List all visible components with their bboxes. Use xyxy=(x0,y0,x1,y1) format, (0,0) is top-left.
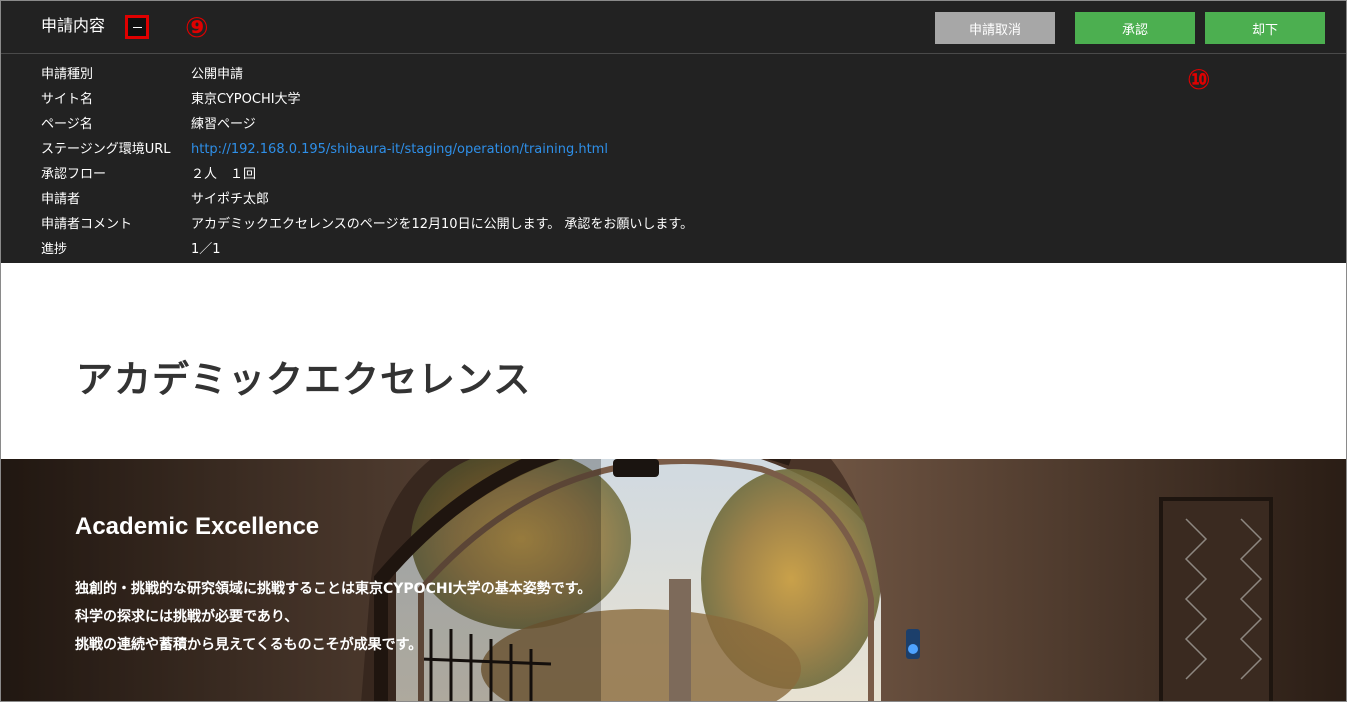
info-row-site-name: サイト名 東京CYPOCHI大学 xyxy=(41,87,693,112)
info-value: 公開申請 xyxy=(191,67,244,82)
info-row-staging-url: ステージング環境URL http://192.168.0.195/shibaur… xyxy=(41,137,693,162)
cancel-request-button[interactable]: 申請取消 xyxy=(935,12,1055,44)
minus-icon xyxy=(132,26,142,28)
info-label: 申請者 xyxy=(41,192,81,207)
hero-title: Academic Excellence xyxy=(75,513,320,540)
annotation-marker-9: ⑨ xyxy=(185,11,209,44)
info-label: ステージング環境URL xyxy=(41,142,171,157)
hero-line: 科学の探求には挑戦が必要であり、 xyxy=(75,609,299,625)
panel-title: 申請内容 xyxy=(41,16,106,35)
application-window: 申請内容 ⑨ 申請取消 承認 却下 ⑩ 申請種別 公開申請 サイト名 東京CYP… xyxy=(0,0,1347,702)
hero-banner: Academic Excellence 独創的・挑戦的な研究領域に挑戦することは… xyxy=(1,459,1346,701)
hero-description: 独創的・挑戦的な研究領域に挑戦することは東京CYPOCHI大学の基本姿勢です。 … xyxy=(75,575,591,659)
info-row-applicant: 申請者 サイポチ太郎 xyxy=(41,187,693,212)
info-label: 申請者コメント xyxy=(41,217,133,232)
staging-url-link[interactable]: http://192.168.0.195/shibaura-it/staging… xyxy=(191,137,608,162)
info-label: 申請種別 xyxy=(41,67,94,82)
info-value: 東京CYPOCHI大学 xyxy=(191,92,301,107)
info-value: 練習ページ xyxy=(191,117,256,132)
request-details-panel: 申請内容 ⑨ 申請取消 承認 却下 ⑩ 申請種別 公開申請 サイト名 東京CYP… xyxy=(1,1,1346,263)
info-value: ２人 １回 xyxy=(191,167,257,182)
annotation-marker-10: ⑩ xyxy=(1187,63,1211,96)
collapse-button[interactable] xyxy=(125,15,149,39)
hero-line: 挑戦の連続や蓄積から見えてくるものこそが成果です。 xyxy=(75,637,423,653)
info-value: 1／1 xyxy=(191,242,221,257)
info-row-page-name: ページ名 練習ページ xyxy=(41,112,693,137)
approve-button[interactable]: 承認 xyxy=(1075,12,1195,44)
panel-header: 申請内容 ⑨ 申請取消 承認 却下 xyxy=(1,1,1346,54)
info-label: サイト名 xyxy=(41,92,94,107)
info-label: 進捗 xyxy=(41,242,68,257)
info-row-request-type: 申請種別 公開申請 xyxy=(41,62,693,87)
reject-button[interactable]: 却下 xyxy=(1205,12,1325,44)
info-label: 承認フロー xyxy=(41,167,107,182)
hero-line: 独創的・挑戦的な研究領域に挑戦することは東京CYPOCHI大学の基本姿勢です。 xyxy=(75,581,592,597)
request-info-list: 申請種別 公開申請 サイト名 東京CYPOCHI大学 ページ名 練習ページ ステ… xyxy=(41,62,693,262)
info-label: ページ名 xyxy=(41,117,93,132)
info-value: サイポチ太郎 xyxy=(191,192,270,207)
page-heading: アカデミックエクセレンス xyxy=(76,358,532,401)
info-row-applicant-comment: 申請者コメント アカデミックエクセレンスのページを12月10日に公開します。 承… xyxy=(41,212,693,237)
info-row-approval-flow: 承認フロー ２人 １回 xyxy=(41,162,693,187)
info-row-progress: 進捗 1／1 xyxy=(41,237,693,262)
info-value: アカデミックエクセレンスのページを12月10日に公開します。 承認をお願いします… xyxy=(191,217,694,232)
